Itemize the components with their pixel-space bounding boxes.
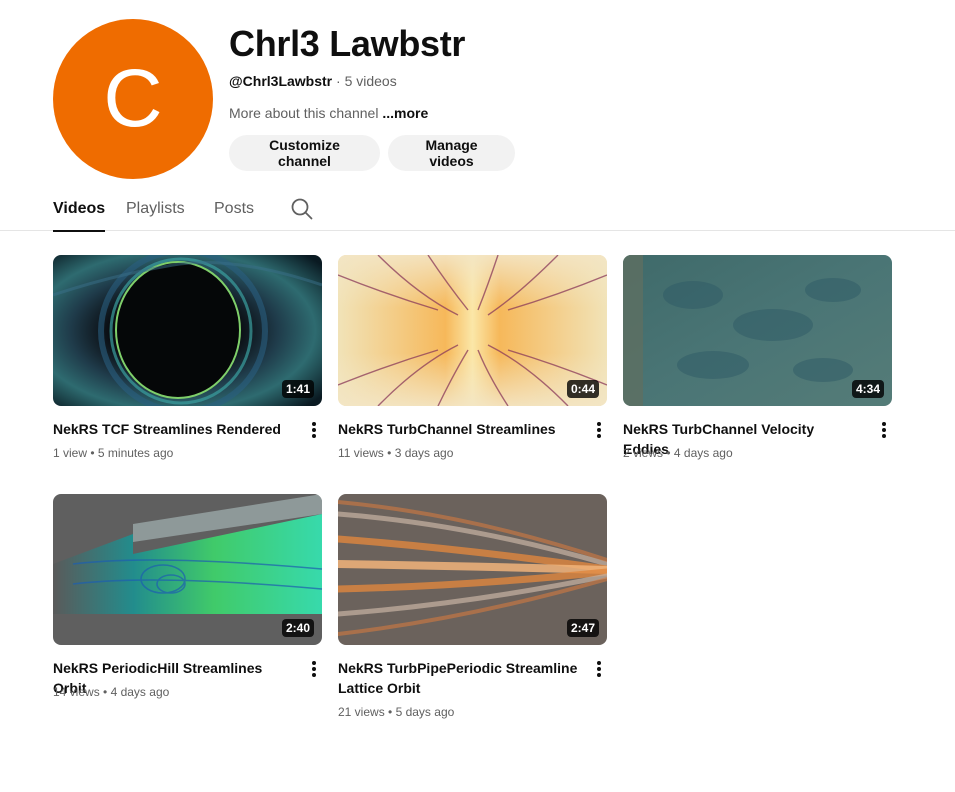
view-count: 1 view xyxy=(53,446,88,460)
upload-age: 5 days ago xyxy=(395,705,455,719)
customize-channel-button[interactable]: Customize channel xyxy=(229,135,380,171)
video-thumbnail[interactable]: 0:44 xyxy=(338,255,607,406)
view-count: 2 views xyxy=(623,446,664,460)
upload-age: 4 days ago xyxy=(673,446,733,460)
upload-age: 3 days ago xyxy=(394,446,454,460)
video-card: 1:41 NekRS TCF Streamlines Rendered 1 vi… xyxy=(53,255,322,460)
video-title[interactable]: NekRS TurbPipePeriodic Streamline Lattic… xyxy=(338,658,578,698)
video-duration: 4:34 xyxy=(851,380,884,398)
video-stats: 21 views • 5 days ago xyxy=(338,704,454,720)
video-stats: 14 views • 4 days ago xyxy=(53,684,169,700)
channel-name: Chrl3 Lawbstr xyxy=(229,23,466,64)
more-vert-icon[interactable] xyxy=(875,420,893,440)
tab-posts[interactable]: Posts xyxy=(214,187,254,231)
video-duration: 2:47 xyxy=(566,619,599,637)
meta-separator: · xyxy=(336,73,341,89)
video-thumbnail[interactable]: 1:41 xyxy=(53,255,322,406)
stats-separator: • xyxy=(666,446,671,460)
channel-meta: @Chrl3Lawbstr · 5 videos xyxy=(229,72,397,90)
more-vert-icon[interactable] xyxy=(305,659,323,679)
video-title[interactable]: NekRS TurbChannel Streamlines xyxy=(338,419,578,439)
tab-videos[interactable]: Videos xyxy=(53,187,106,232)
avatar-letter: C xyxy=(103,53,163,144)
video-card: 2:47 NekRS TurbPipePeriodic Streamline L… xyxy=(338,494,607,719)
channel-tabs: Videos Playlists Posts xyxy=(0,187,955,232)
upload-age: 5 minutes ago xyxy=(97,446,174,460)
video-title[interactable]: NekRS TCF Streamlines Rendered xyxy=(53,419,293,439)
video-stats: 11 views • 3 days ago xyxy=(338,445,453,461)
stats-separator: • xyxy=(388,705,393,719)
video-thumbnail[interactable]: 4:34 xyxy=(623,255,892,406)
video-duration: 0:44 xyxy=(566,380,599,398)
about-text: More about this channel xyxy=(229,105,379,121)
more-vert-icon[interactable] xyxy=(590,659,608,679)
video-stats: 1 view • 5 minutes ago xyxy=(53,445,173,461)
view-count: 21 views xyxy=(338,705,385,719)
video-thumbnail[interactable]: 2:47 xyxy=(338,494,607,645)
video-count: 5 videos xyxy=(344,73,397,89)
video-card: 4:34 NekRS TurbChannel Velocity Eddies 2… xyxy=(623,255,892,460)
channel-about[interactable]: More about this channel ...more xyxy=(229,104,428,122)
stats-separator: • xyxy=(103,685,108,699)
video-duration: 2:40 xyxy=(281,619,314,637)
channel-avatar[interactable]: C xyxy=(53,19,213,179)
search-icon[interactable] xyxy=(290,187,314,231)
tab-playlists[interactable]: Playlists xyxy=(126,187,185,231)
video-card: 2:40 NekRS PeriodicHill Streamlines Orbi… xyxy=(53,494,322,699)
channel-handle: @Chrl3Lawbstr xyxy=(229,73,333,89)
manage-videos-button[interactable]: Manage videos xyxy=(388,135,515,171)
video-stats: 2 views • 4 days ago xyxy=(623,445,733,461)
stats-separator: • xyxy=(90,446,95,460)
upload-age: 4 days ago xyxy=(110,685,170,699)
view-count: 11 views xyxy=(338,446,384,460)
channel-page: C Chrl3 Lawbstr @Chrl3Lawbstr · 5 videos… xyxy=(0,0,955,792)
video-card: 0:44 NekRS TurbChannel Streamlines 11 vi… xyxy=(338,255,607,460)
video-duration: 1:41 xyxy=(281,380,314,398)
video-thumbnail[interactable]: 2:40 xyxy=(53,494,322,645)
more-link[interactable]: ...more xyxy=(382,105,428,121)
more-vert-icon[interactable] xyxy=(590,420,608,440)
view-count: 14 views xyxy=(53,685,100,699)
more-vert-icon[interactable] xyxy=(305,420,323,440)
stats-separator: • xyxy=(387,446,392,460)
